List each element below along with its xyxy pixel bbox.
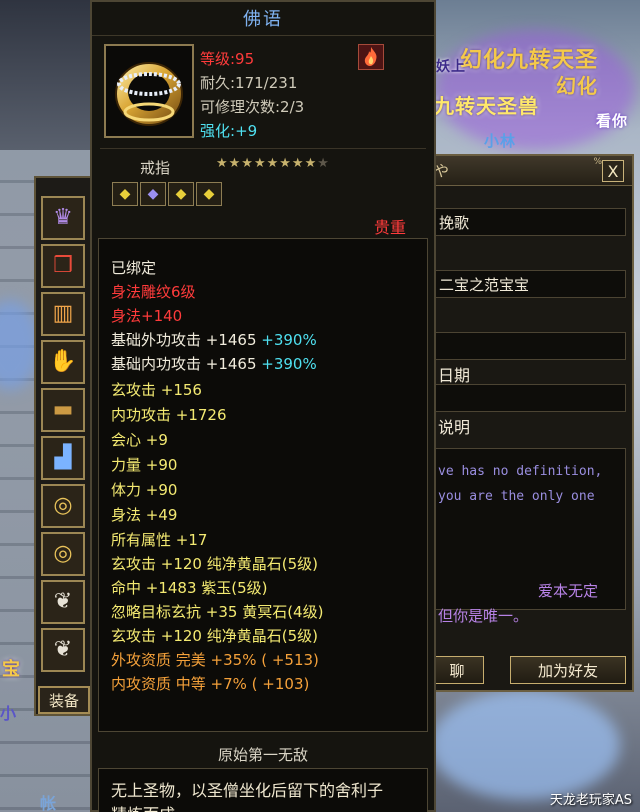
boots-icon: ▟ bbox=[54, 445, 72, 470]
gloves-icon: ✋ bbox=[49, 349, 77, 374]
roof-scenery bbox=[0, 0, 92, 150]
player-profile-panel: や % X 挽歌 二宝之范宝宝 日期 说明 ve has no definiti… bbox=[420, 154, 634, 692]
profile-desc-english-line: you are the only one bbox=[438, 489, 595, 504]
stat-line: 玄攻击 +156 bbox=[111, 381, 202, 399]
stat-line: 内功攻击 +1726 bbox=[111, 406, 227, 424]
equip-slot-wrist[interactable]: ▥ bbox=[41, 292, 85, 336]
equipment-tab[interactable]: 装备 bbox=[38, 686, 90, 714]
profile-desc-english-line: ve has no definition, bbox=[438, 464, 603, 479]
equip-slot-ring-1[interactable]: ◎ bbox=[41, 484, 85, 528]
belt-icon: ▬ bbox=[52, 397, 74, 422]
watermark-text: 天龙老玩家AS bbox=[549, 793, 632, 808]
equip-slot-gloves[interactable]: ✋ bbox=[41, 340, 85, 384]
gem-purple-icon: ◆ bbox=[140, 182, 166, 206]
player-title-banner: 幻化 bbox=[556, 74, 598, 98]
add-friend-button[interactable]: 加为好友 bbox=[510, 656, 626, 684]
stat-line: 身法雕纹6级 bbox=[111, 283, 196, 301]
gem-yellow-icon: ◆ bbox=[196, 182, 222, 206]
equip-slot-belt[interactable]: ▬ bbox=[41, 388, 85, 432]
equip-slot-amulet-1[interactable]: ❦ bbox=[41, 580, 85, 624]
charm-icon: ❒ bbox=[53, 253, 73, 278]
stat-line: 力量 +90 bbox=[111, 456, 178, 474]
star-filled-icon: ★★★★★★★★ bbox=[216, 156, 318, 171]
aptitude-line: 外攻资质 完美 +35% ( +513) bbox=[111, 651, 319, 669]
stat-line: 基础外功攻击 +1465 +390% bbox=[111, 331, 317, 349]
bracer-icon: ▥ bbox=[52, 301, 74, 326]
item-stats-box: 已绑定 身法雕纹6级 身法+140 基础外功攻击 +1465 +390% 基础内… bbox=[98, 238, 428, 732]
player-name-label: 帐 bbox=[40, 794, 58, 812]
item-name: 佛语 bbox=[92, 6, 434, 36]
equip-slot-hat[interactable]: ♛ bbox=[41, 196, 85, 240]
close-icon: X bbox=[607, 161, 619, 181]
stat-line: 体力 +90 bbox=[111, 481, 178, 499]
profile-blank-field bbox=[430, 332, 626, 360]
gem-stat-line: 命中 +1483 紫玉(5级) bbox=[111, 579, 268, 597]
ring-icon bbox=[115, 62, 183, 126]
gem-stat-line: 玄攻击 +120 纯净黄晶石(5级) bbox=[111, 627, 318, 645]
chat-button[interactable]: 聊 bbox=[430, 656, 484, 684]
player-name-label: 小 bbox=[0, 704, 18, 723]
profile-desc-chinese-line: 爱本无定 bbox=[538, 582, 599, 600]
profile-date-label: 日期 bbox=[438, 366, 471, 385]
equip-slot-amulet-2[interactable]: ❦ bbox=[41, 628, 85, 672]
flame-icon bbox=[358, 44, 384, 70]
profile-title-bar: や % X bbox=[422, 156, 632, 186]
item-repair-count: 可修理次数:2/3 bbox=[200, 98, 305, 116]
player-title-banner: 宝 bbox=[2, 659, 21, 680]
amulet-icon: ❦ bbox=[53, 589, 73, 614]
item-lore-box: 无上圣物，以圣僧坐化后留下的舍利子 精炼而成 bbox=[98, 768, 428, 812]
star-empty-icon: ★ bbox=[317, 156, 330, 171]
profile-date-field bbox=[430, 384, 626, 412]
stat-line: 身法+140 bbox=[111, 307, 183, 325]
item-tooltip: 佛语 等级:95 耐久:171/231 可修理次数:2/3 强化:+9 戒指 ★… bbox=[90, 0, 436, 812]
item-rarity: 贵重 bbox=[374, 218, 407, 237]
item-enhance: 强化:+9 bbox=[200, 120, 257, 141]
player-name-label: 小林 bbox=[484, 132, 517, 150]
item-level: 等级:95 bbox=[200, 50, 255, 68]
stat-line: 所有属性 +17 bbox=[111, 531, 208, 549]
profile-desc-label: 说明 bbox=[438, 418, 471, 437]
light-glow-effect bbox=[430, 690, 620, 800]
item-set-name: 原始第一无敌 bbox=[217, 746, 308, 764]
profile-partner-field: 二宝之范宝宝 bbox=[430, 270, 626, 298]
profile-title: や bbox=[434, 162, 450, 180]
stat-line: 基础内功攻击 +1465 +390% bbox=[111, 355, 317, 373]
stat-line: 会心 +9 bbox=[111, 431, 168, 449]
equip-slot-boots[interactable]: ▟ bbox=[41, 436, 85, 480]
amulet-icon: ❦ bbox=[53, 637, 73, 662]
divider bbox=[100, 148, 426, 149]
enhance-label: 强化: bbox=[200, 122, 236, 140]
player-name-label: 看你 bbox=[596, 112, 629, 130]
ring-icon: ◎ bbox=[53, 493, 73, 518]
gem-stat-line: 忽略目标玄抗 +35 黄冥石(4级) bbox=[111, 603, 324, 621]
ring-icon: ◎ bbox=[53, 541, 73, 566]
gem-sockets: ◆ ◆ ◆ ◆ bbox=[112, 182, 222, 208]
gem-yellow-icon: ◆ bbox=[168, 182, 194, 206]
close-button[interactable]: X bbox=[602, 160, 624, 182]
gem-stat-line: 玄攻击 +120 纯净黄晶石(5级) bbox=[111, 555, 318, 573]
profile-desc-chinese-line: 但你是唯一。 bbox=[438, 607, 529, 625]
item-lore-line: 精炼而成 bbox=[111, 801, 175, 812]
profile-small-label: % bbox=[593, 157, 602, 167]
item-lore-line: 无上圣物，以圣僧坐化后留下的舍利子 bbox=[111, 781, 384, 800]
equip-slot-ring-2[interactable]: ◎ bbox=[41, 532, 85, 576]
aptitude-line: 内攻资质 中等 +7% ( +103) bbox=[111, 675, 310, 693]
enhance-value: +9 bbox=[235, 122, 258, 140]
item-icon-frame bbox=[104, 44, 194, 138]
equipment-slots-panel: ♛ ❒ ▥ ✋ ▬ ▟ ◎ ◎ ❦ ❦ bbox=[34, 176, 92, 716]
profile-name-field: 挽歌 bbox=[430, 208, 626, 236]
item-type: 戒指 bbox=[140, 159, 171, 177]
helmet-icon: ♛ bbox=[53, 205, 73, 230]
stat-line: 身法 +49 bbox=[111, 506, 178, 524]
item-durability: 耐久:171/231 bbox=[200, 74, 298, 92]
equip-slot-charm[interactable]: ❒ bbox=[41, 244, 85, 288]
player-name-label: 妖上 bbox=[436, 59, 466, 75]
star-rating: ★★★★★★★★★ bbox=[216, 156, 330, 171]
bind-status: 已绑定 bbox=[111, 259, 157, 277]
gem-yellow-icon: ◆ bbox=[112, 182, 138, 206]
player-title-banner: 九转天圣兽 bbox=[434, 94, 539, 118]
